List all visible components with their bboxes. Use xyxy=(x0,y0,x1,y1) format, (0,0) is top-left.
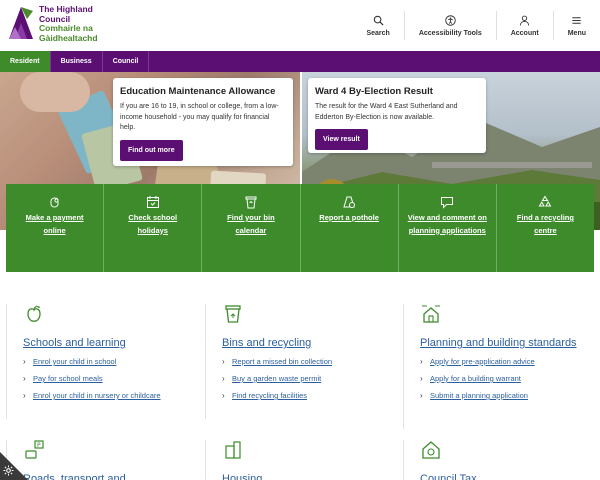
service-link-label: Submit a planning application xyxy=(430,391,528,400)
service-link-label: Find recycling facilities xyxy=(232,391,308,400)
council-logo[interactable]: The Highland Council Comhairle na Gàidhe… xyxy=(7,4,98,43)
by-election-card: Ward 4 By-Election Result The result for… xyxy=(308,78,486,153)
find-out-more-button[interactable]: Find out more xyxy=(120,139,183,161)
account-button[interactable]: Account xyxy=(497,0,553,51)
housing-icon xyxy=(225,441,241,459)
house-plan-icon xyxy=(422,305,440,323)
header-tools: Search Accessibility Tools Account Menu xyxy=(352,0,600,51)
by-election-card-text: The result for the Ward 4 East Sutherlan… xyxy=(315,103,458,121)
account-label: Account xyxy=(510,29,539,37)
svg-text:P: P xyxy=(37,442,41,449)
service-link-label: Enrol your child in nursery or childcare xyxy=(33,391,161,400)
quick-link-bin-calendar[interactable]: Find your bin calendar xyxy=(202,184,301,272)
search-button[interactable]: Search xyxy=(352,0,403,51)
service-link[interactable]: › Enrol your child in school xyxy=(23,357,206,366)
tab-business[interactable]: Business xyxy=(51,51,103,72)
quick-link-recycling-label: Find a recycling centre xyxy=(516,213,574,235)
recycling-icon xyxy=(539,195,552,207)
accessibility-icon xyxy=(445,14,456,26)
service-planning-title[interactable]: Planning and building standards xyxy=(420,335,593,351)
quick-link-school-holidays[interactable]: Check school holidays xyxy=(104,184,203,272)
user-icon xyxy=(520,15,530,26)
service-link-label: Pay for school meals xyxy=(33,374,103,383)
service-link[interactable]: › Enrol your child in nursery or childcar… xyxy=(23,391,206,400)
menu-icon xyxy=(572,16,581,24)
ema-card-title: Education Maintenance Allowance xyxy=(120,86,276,97)
payment-icon xyxy=(50,197,59,208)
tab-council[interactable]: Council xyxy=(103,51,150,72)
service-link[interactable]: › Apply for a building warrant xyxy=(420,374,593,383)
gear-icon xyxy=(3,465,14,476)
audience-nav: Resident Business Council xyxy=(0,51,600,72)
service-link-label: Apply for pre-application advice xyxy=(430,357,535,366)
search-label: Search xyxy=(366,29,390,37)
council-tax-icon xyxy=(422,441,440,459)
service-link-label: Report a missed bin collection xyxy=(232,357,333,366)
accessibility-label: Accessibility Tools xyxy=(418,29,482,37)
site-header: The Highland Council Comhairle na Gàidhe… xyxy=(0,0,600,51)
service-link[interactable]: › Find recycling facilities xyxy=(222,391,401,400)
service-bins-title[interactable]: Bins and recycling xyxy=(222,335,401,351)
quick-link-payment-label: Make a payment online xyxy=(25,213,84,235)
by-election-card-title: Ward 4 By-Election Result xyxy=(315,86,433,97)
quick-link-bin-calendar-label: Find your bin calendar xyxy=(227,213,275,235)
service-schools-title[interactable]: Schools and learning xyxy=(23,335,206,351)
service-link[interactable]: › Report a missed bin collection xyxy=(222,357,401,366)
quick-link-pothole[interactable]: Report a pothole xyxy=(301,184,399,272)
menu-label: Menu xyxy=(567,29,586,37)
pothole-icon xyxy=(343,196,356,208)
accessibility-tools-button[interactable]: Accessibility Tools xyxy=(405,0,496,51)
service-housing-title[interactable]: Housing xyxy=(222,471,401,480)
tab-resident[interactable]: Resident xyxy=(0,51,51,72)
apple-icon xyxy=(27,305,41,322)
ema-card-text: If you are 16 to 19, in school or colleg… xyxy=(120,103,279,131)
menu-button[interactable]: Menu xyxy=(554,0,600,51)
view-result-button[interactable]: View result xyxy=(315,129,368,150)
service-planning: Planning and building standards › Apply f… xyxy=(403,304,593,429)
service-roads: P Roads, transport and xyxy=(6,440,206,480)
service-link[interactable]: › Apply for pre-application advice xyxy=(420,357,593,366)
ema-card: Education Maintenance Allowance If you a… xyxy=(113,78,293,166)
service-bins: Bins and recycling › Report a missed bin … xyxy=(205,304,401,419)
service-roads-title[interactable]: Roads, transport and xyxy=(23,471,206,480)
service-council-tax-title[interactable]: Council Tax xyxy=(420,471,593,480)
quick-link-planning-label: View and comment on planning application… xyxy=(407,213,487,235)
quick-link-school-holidays-label: Check school holidays xyxy=(128,213,178,235)
quick-links: Make a payment online Check school holid… xyxy=(6,184,594,272)
service-housing: Housing xyxy=(205,440,401,480)
quick-link-payment[interactable]: Make a payment online xyxy=(6,184,105,272)
logo-line-4: Gàidhealtachd xyxy=(39,32,98,43)
service-link[interactable]: › Submit a planning application xyxy=(420,391,593,400)
comment-icon xyxy=(441,197,454,209)
bin-icon xyxy=(225,305,241,323)
service-link-label: Buy a garden waste permit xyxy=(232,374,322,383)
service-schools: Schools and learning › Enrol your child i… xyxy=(6,304,206,419)
calendar-icon xyxy=(146,196,159,208)
search-icon xyxy=(373,15,384,26)
quick-link-recycling-centre[interactable]: Find a recycling centre xyxy=(497,184,594,272)
bin-icon xyxy=(245,196,257,209)
service-link[interactable]: › Buy a garden waste permit xyxy=(222,374,401,383)
quick-link-pothole-label: Report a pothole xyxy=(319,213,379,222)
service-link[interactable]: › Pay for school meals xyxy=(23,374,206,383)
logo-mark-icon xyxy=(9,7,33,39)
roads-icon: P xyxy=(25,440,44,459)
quick-link-planning-applications[interactable]: View and comment on planning application… xyxy=(399,184,497,272)
service-link-label: Enrol your child in school xyxy=(33,357,117,366)
service-council-tax: Council Tax xyxy=(403,440,593,480)
service-link-label: Apply for a building warrant xyxy=(430,374,521,383)
